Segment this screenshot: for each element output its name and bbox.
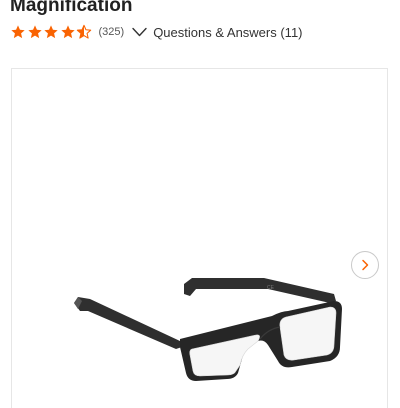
star-icon bbox=[60, 25, 75, 39]
product-title: Magnification bbox=[10, 0, 133, 16]
product-image-panel: CE bbox=[11, 68, 388, 408]
questions-answers-link[interactable]: Questions & Answers (11) bbox=[153, 25, 302, 40]
review-count-link[interactable]: (325) bbox=[99, 26, 125, 38]
star-rating[interactable] bbox=[10, 24, 93, 40]
rating-row: (325) Questions & Answers (11) bbox=[10, 22, 303, 42]
star-icon bbox=[27, 25, 42, 39]
chevron-down-icon[interactable] bbox=[132, 27, 147, 37]
star-icon bbox=[11, 25, 25, 39]
star-half-icon bbox=[76, 24, 92, 39]
star-icon bbox=[44, 25, 58, 39]
next-image-button[interactable] bbox=[351, 251, 379, 279]
chevron-right-icon bbox=[362, 259, 369, 271]
product-image[interactable]: CE bbox=[72, 199, 342, 384]
svg-text:CE: CE bbox=[267, 285, 275, 291]
